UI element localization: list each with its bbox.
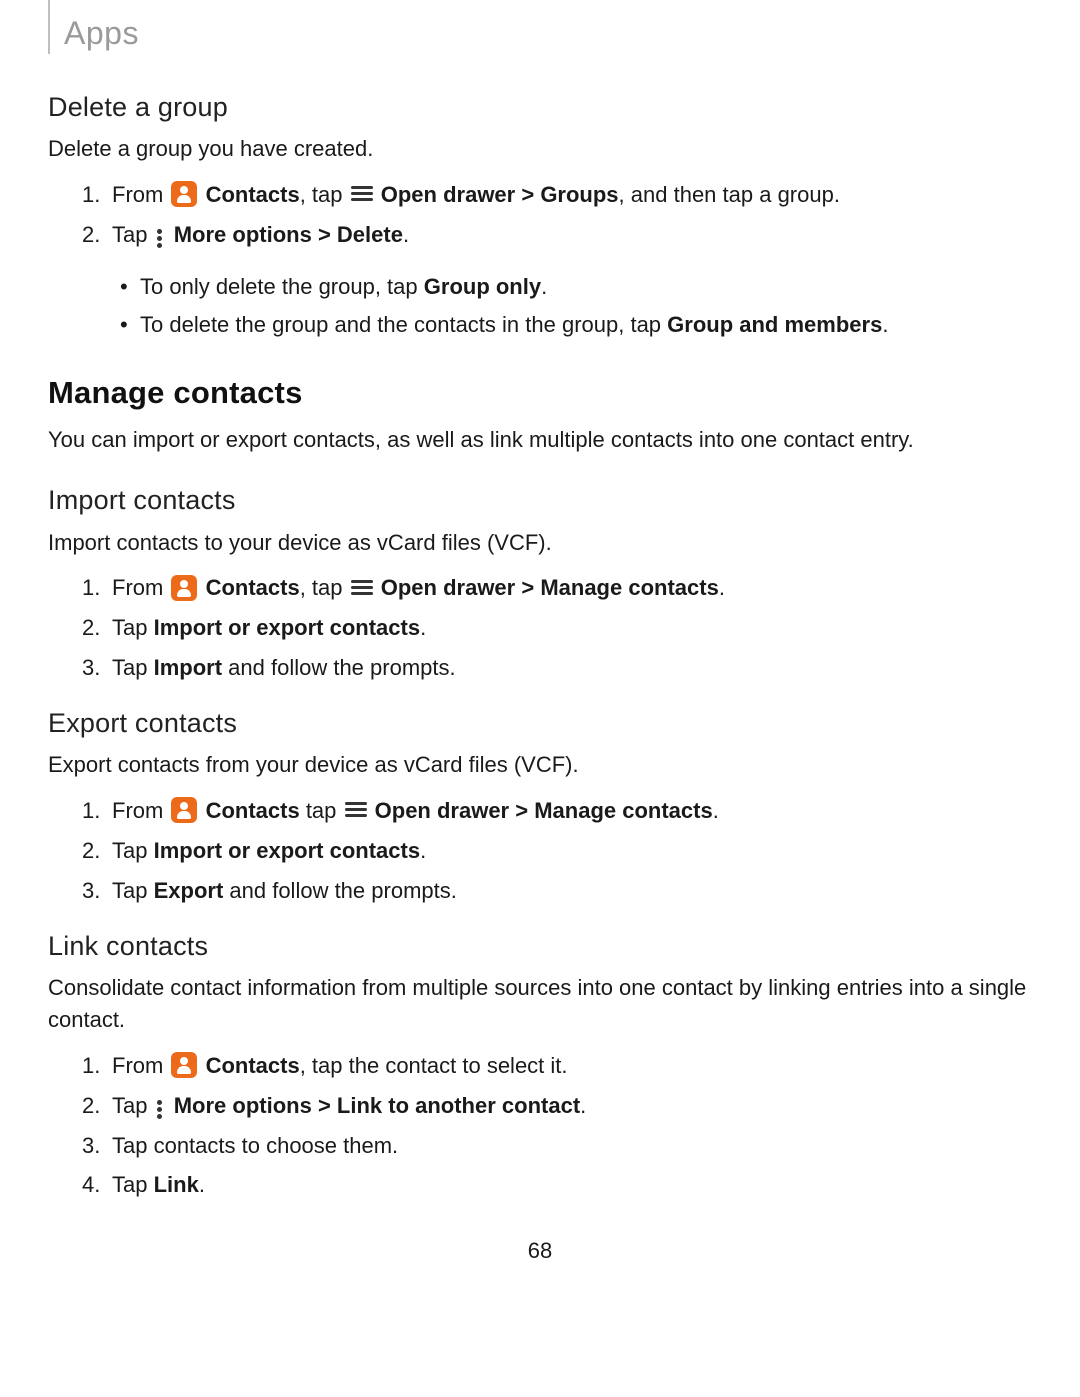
list-item: Tap More options > Delete.	[112, 219, 1032, 251]
text: Tap	[112, 878, 154, 903]
list-item: From Contacts, tap the contact to select…	[112, 1050, 1032, 1082]
section-header: Apps	[48, 0, 1032, 54]
contacts-icon	[171, 797, 197, 823]
text: .	[420, 838, 426, 863]
ordered-list: From Contacts, tap Open drawer > Groups,…	[48, 179, 1032, 251]
list-item: Tap Import or export contacts.	[112, 835, 1032, 867]
text: , tap the contact to select it.	[300, 1053, 568, 1078]
paragraph: Import contacts to your device as vCard …	[48, 527, 1032, 559]
bold-text: Open drawer	[381, 575, 515, 600]
drawer-icon	[351, 580, 373, 596]
bold-text: Import	[154, 655, 222, 680]
text: From	[112, 1053, 169, 1078]
text: .	[541, 274, 547, 299]
bold-text: Open drawer	[375, 798, 509, 823]
text: Tap	[112, 655, 154, 680]
bold-text: Group and members	[667, 312, 882, 337]
text: From	[112, 182, 169, 207]
text: .	[882, 312, 888, 337]
paragraph: Export contacts from your device as vCar…	[48, 749, 1032, 781]
bold-text: Group only	[424, 274, 541, 299]
bold-text: Contacts	[206, 1053, 300, 1078]
text: , tap	[300, 575, 349, 600]
paragraph: You can import or export contacts, as we…	[48, 424, 1032, 456]
bold-text: Contacts	[206, 182, 300, 207]
text: .	[420, 615, 426, 640]
list-item: Tap Import and follow the prompts.	[112, 652, 1032, 684]
bold-text: Import or export contacts	[154, 615, 420, 640]
text: .	[713, 798, 719, 823]
bold-text: Link to another contact	[337, 1093, 580, 1118]
text: From	[112, 798, 169, 823]
text: .	[719, 575, 725, 600]
text: , tap	[300, 182, 349, 207]
paragraph: Delete a group you have created.	[48, 133, 1032, 165]
text: To only delete the group, tap	[140, 274, 424, 299]
ordered-list: From Contacts, tap Open drawer > Manage …	[48, 572, 1032, 684]
text: .	[403, 222, 409, 247]
list-item: Tap contacts to choose them.	[112, 1130, 1032, 1162]
bold-text: More options	[174, 222, 312, 247]
text: To delete the group and the contacts in …	[140, 312, 667, 337]
bold-text: Groups	[540, 182, 618, 207]
bold-text: Manage contacts	[540, 575, 719, 600]
list-item: From Contacts, tap Open drawer > Groups,…	[112, 179, 1032, 211]
bold-text: >	[515, 182, 540, 207]
bold-text: Contacts	[206, 575, 300, 600]
drawer-icon	[351, 186, 373, 202]
bullet-list: To only delete the group, tap Group only…	[48, 271, 1032, 341]
text: and follow the prompts.	[222, 655, 456, 680]
heading-delete-group: Delete a group	[48, 88, 1032, 127]
bold-text: Link	[154, 1172, 199, 1197]
ordered-list: From Contacts tap Open drawer > Manage c…	[48, 795, 1032, 907]
divider	[48, 0, 50, 54]
text: , and then tap a group.	[619, 182, 840, 207]
page-number: 68	[48, 1235, 1032, 1267]
text: Tap	[112, 222, 154, 247]
contacts-icon	[171, 1052, 197, 1078]
text: .	[580, 1093, 586, 1118]
list-item: To delete the group and the contacts in …	[140, 309, 1032, 341]
text: tap	[300, 798, 343, 823]
contacts-icon	[171, 181, 197, 207]
bold-text: >	[515, 575, 540, 600]
list-item: From Contacts tap Open drawer > Manage c…	[112, 795, 1032, 827]
bold-text: >	[312, 222, 337, 247]
bold-text: >	[312, 1093, 337, 1118]
text: .	[199, 1172, 205, 1197]
heading-link-contacts: Link contacts	[48, 927, 1032, 966]
list-item: Tap More options > Link to another conta…	[112, 1090, 1032, 1122]
heading-manage-contacts: Manage contacts	[48, 371, 1032, 416]
bold-text: Open drawer	[381, 182, 515, 207]
drawer-icon	[345, 802, 367, 818]
paragraph: Consolidate contact information from mul…	[48, 972, 1032, 1036]
bold-text: Delete	[337, 222, 403, 247]
list-item: From Contacts, tap Open drawer > Manage …	[112, 572, 1032, 604]
more-options-icon	[156, 1098, 164, 1120]
contacts-icon	[171, 575, 197, 601]
text: Tap	[112, 838, 154, 863]
section-label: Apps	[64, 10, 139, 56]
bold-text: >	[509, 798, 534, 823]
heading-import-contacts: Import contacts	[48, 481, 1032, 520]
list-item: Tap Link.	[112, 1169, 1032, 1201]
more-options-icon	[156, 227, 164, 249]
bold-text: More options	[174, 1093, 312, 1118]
text: From	[112, 575, 169, 600]
list-item: Tap Import or export contacts.	[112, 612, 1032, 644]
list-item: To only delete the group, tap Group only…	[140, 271, 1032, 303]
heading-export-contacts: Export contacts	[48, 704, 1032, 743]
bold-text: Manage contacts	[534, 798, 713, 823]
text: Tap	[112, 615, 154, 640]
text: Tap	[112, 1093, 154, 1118]
bold-text: Contacts	[206, 798, 300, 823]
list-item: Tap Export and follow the prompts.	[112, 875, 1032, 907]
bold-text: Import or export contacts	[154, 838, 420, 863]
page: Apps Delete a group Delete a group you h…	[0, 0, 1080, 1397]
ordered-list: From Contacts, tap the contact to select…	[48, 1050, 1032, 1202]
bold-text: Export	[154, 878, 224, 903]
text: Tap	[112, 1172, 154, 1197]
text: and follow the prompts.	[223, 878, 457, 903]
